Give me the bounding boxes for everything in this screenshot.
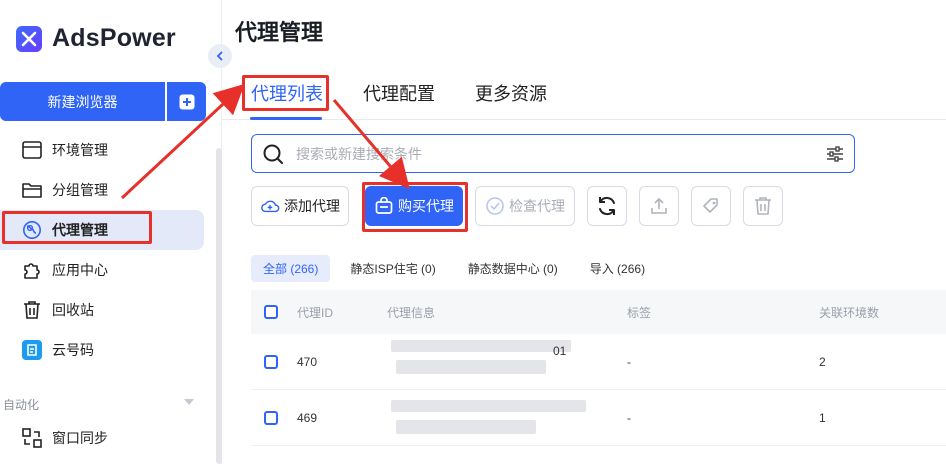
sidebar-item-label: 环境管理 <box>52 142 108 158</box>
proxy-env-count[interactable]: 2 <box>819 355 826 369</box>
sidebar-item-cloud-number[interactable]: 云号码 <box>0 330 206 370</box>
check-proxy-button[interactable]: 检查代理 <box>475 186 575 226</box>
blurred-proxy-info <box>396 420 536 434</box>
blurred-proxy-info <box>391 400 586 412</box>
sidebar-menu: 环境管理 分组管理 代理管理 应用中心 回收站 云号码 <box>0 130 206 370</box>
proxy-globe-icon <box>22 220 42 240</box>
column-header-env-count[interactable]: 关联环境数 <box>819 304 879 321</box>
proxy-info-partial: 01 <box>553 344 567 358</box>
filter-imported[interactable]: 导入 (266) <box>578 255 657 282</box>
main-content: 代理管理 代理列表 代理配置 更多资源 添加代理 购买代理 检查代理 全部 (2… <box>222 0 946 464</box>
new-browser-group: 新建浏览器 <box>0 82 206 121</box>
buy-proxy-button[interactable]: 购买代理 <box>365 186 463 226</box>
proxy-table: 代理ID 代理信息 标签 关联环境数 470 01 - 2 469 - 1 <box>251 290 946 446</box>
sidebar-item-label: 分组管理 <box>52 182 108 198</box>
column-header-tag: 标签 <box>627 305 652 320</box>
proxy-id: 470 <box>297 354 318 369</box>
window-icon <box>22 140 42 160</box>
sidebar-item-label: 回收站 <box>52 302 94 318</box>
select-all-checkbox[interactable] <box>264 305 278 319</box>
sidebar-item-window-sync[interactable]: 窗口同步 <box>0 418 108 458</box>
row-checkbox[interactable] <box>264 410 278 425</box>
new-browser-button[interactable]: 新建浏览器 <box>0 82 165 121</box>
logo[interactable]: AdsPower <box>16 24 176 53</box>
page-title: 代理管理 <box>235 20 324 45</box>
search-box <box>251 134 855 173</box>
sidebar-item-label: 应用中心 <box>52 262 108 278</box>
upload-icon <box>651 197 667 214</box>
blurred-proxy-info <box>396 360 546 374</box>
proxy-tag: - <box>627 410 631 425</box>
sidebar-item-label: 代理管理 <box>52 222 108 238</box>
refresh-button[interactable] <box>587 186 627 226</box>
tag-icon <box>703 198 718 213</box>
sidebar-item-label: 云号码 <box>52 342 94 358</box>
adspower-logo-icon <box>16 25 42 52</box>
sidebar: AdsPower 新建浏览器 环境管理 分组管理 代理管理 应用中心 回收站 云… <box>0 0 222 464</box>
delete-button[interactable] <box>743 186 783 226</box>
check-proxy-label: 检查代理 <box>509 198 565 214</box>
logo-text: AdsPower <box>52 24 176 52</box>
search-input[interactable] <box>296 145 816 162</box>
new-browser-plus-button[interactable] <box>167 82 206 121</box>
proxy-id: 469 <box>297 410 318 425</box>
cloud-number-icon <box>22 340 42 360</box>
proxy-env-count[interactable]: 1 <box>819 411 826 425</box>
table-row[interactable]: 469 - 1 <box>251 390 946 446</box>
filter-sliders-icon[interactable] <box>826 145 844 163</box>
column-header-id: 代理ID <box>297 305 334 320</box>
filter-all[interactable]: 全部 (266) <box>251 255 331 282</box>
collapse-sidebar-button[interactable] <box>208 44 232 68</box>
table-header: 代理ID 代理信息 标签 关联环境数 <box>251 290 946 334</box>
puzzle-icon <box>22 260 42 280</box>
tab-bar: 代理列表 代理配置 更多资源 <box>222 72 946 120</box>
trash-icon <box>755 197 771 215</box>
refresh-icon <box>599 196 615 216</box>
tab-proxy-list[interactable]: 代理列表 <box>251 80 323 106</box>
trash-icon <box>22 300 42 320</box>
cloud-add-icon <box>260 196 280 216</box>
chevron-left-icon <box>216 51 223 61</box>
folder-icon <box>22 180 42 200</box>
sidebar-item-groups[interactable]: 分组管理 <box>0 170 206 210</box>
tag-button[interactable] <box>691 186 731 226</box>
row-checkbox[interactable] <box>264 354 278 369</box>
filter-static-datacenter[interactable]: 静态数据中心 (0) <box>456 255 570 282</box>
filter-static-isp[interactable]: 静态ISP住宅 (0) <box>338 255 447 282</box>
window-sync-icon <box>22 428 42 448</box>
proxy-type-filters: 全部 (266) 静态ISP住宅 (0) 静态数据中心 (0) 导入 (266) <box>251 255 665 282</box>
sidebar-item-recycle-bin[interactable]: 回收站 <box>0 290 206 330</box>
sidebar-item-label: 窗口同步 <box>52 430 108 446</box>
search-icon <box>263 144 283 164</box>
tab-proxy-config[interactable]: 代理配置 <box>363 80 435 106</box>
plus-square-icon <box>179 94 194 109</box>
shopping-bag-icon <box>374 196 394 216</box>
buy-proxy-label: 购买代理 <box>398 198 454 214</box>
add-proxy-button[interactable]: 添加代理 <box>251 186 349 226</box>
sidebar-item-app-center[interactable]: 应用中心 <box>0 250 206 290</box>
sidebar-item-environments[interactable]: 环境管理 <box>0 130 206 170</box>
table-row[interactable]: 470 01 - 2 <box>251 334 946 390</box>
tab-more-resources[interactable]: 更多资源 <box>475 80 547 106</box>
sidebar-item-proxy[interactable]: 代理管理 <box>0 210 204 250</box>
check-circle-icon <box>485 196 505 216</box>
column-header-info: 代理信息 <box>387 305 436 320</box>
active-tab-indicator <box>250 117 322 120</box>
section-automation-label: 自动化 <box>3 398 40 412</box>
export-button[interactable] <box>639 186 679 226</box>
chevron-down-icon[interactable] <box>184 399 194 405</box>
blurred-proxy-info <box>391 340 571 352</box>
proxy-tag: - <box>627 354 631 369</box>
add-proxy-label: 添加代理 <box>284 198 340 214</box>
